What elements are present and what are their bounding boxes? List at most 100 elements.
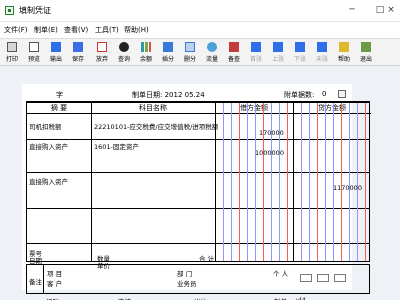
prev-button[interactable]: 上张 <box>268 40 288 66</box>
debit-digit-line <box>255 103 256 261</box>
debit-header: 借方金额 <box>215 103 293 114</box>
customer-label: 客 户 <box>47 280 63 288</box>
row3-credit[interactable]: 1170000 <box>333 184 362 192</box>
credit-digit-line <box>301 103 302 261</box>
menu-help[interactable]: 帮助(H) <box>124 25 149 35</box>
cancel-button[interactable]: 放弃 <box>92 40 112 66</box>
save-button[interactable]: 保存 <box>68 40 88 66</box>
title-bar: 填制凭证 ─ □ × <box>0 0 400 22</box>
action-mini-button-3[interactable] <box>334 274 346 282</box>
preparation-date: 制单日期: 2012 05.24 <box>132 91 205 99</box>
export-icon <box>51 42 61 52</box>
row1-summary[interactable]: 司机扣税额 <box>29 121 62 131</box>
balance-button[interactable]: 余额 <box>136 40 156 66</box>
menu-file[interactable]: 文件(F) <box>4 25 28 35</box>
menu-edit-voucher[interactable]: 制单(E) <box>34 25 58 35</box>
voucher-sheet: 字 制单日期: 2012 05.24 附单据数: 0 摘 要 科目名称 借方金额… <box>22 84 371 300</box>
insert-entry-button[interactable]: 插分 <box>158 40 178 66</box>
delete-entry-icon <box>185 42 195 52</box>
export-button[interactable]: 输出 <box>46 40 66 66</box>
insert-entry-icon <box>163 42 173 52</box>
help-icon <box>339 42 349 52</box>
vline-credit <box>293 103 294 261</box>
close-icon[interactable]: × <box>382 0 400 20</box>
action-mini-button-1[interactable] <box>300 274 312 282</box>
menu-tools[interactable]: 工具(T) <box>95 25 119 35</box>
debit-digit-line <box>223 103 224 261</box>
credit-digit-line <box>341 103 342 261</box>
debit-digit-line <box>239 103 240 261</box>
attachment-picker-icon[interactable] <box>338 90 346 98</box>
credit-digit-line <box>333 103 334 261</box>
row2-account[interactable]: 1601-固定资产 <box>94 141 139 151</box>
printer-icon <box>7 42 17 52</box>
row3-summary[interactable]: 直接购入资产 <box>29 176 68 186</box>
action-mini-button-2[interactable] <box>317 274 329 282</box>
reviewer-label: 审核 <box>118 296 131 300</box>
menu-view[interactable]: 查看(V) <box>64 25 88 35</box>
next-icon <box>295 42 305 52</box>
app-icon <box>5 6 14 15</box>
preparer-name: yl4 <box>296 296 306 300</box>
remark-label: 备注 <box>29 278 42 286</box>
row1-debit[interactable]: 170000 <box>259 129 284 137</box>
bookkeeper-label: 记账 <box>46 296 59 300</box>
department-label: 部 门 <box>177 270 193 278</box>
cashier-label: 出纳 <box>194 296 207 300</box>
print-button[interactable]: 打印 <box>2 40 22 66</box>
debit-digit-line <box>263 103 264 261</box>
search-icon <box>119 42 129 52</box>
row2-debit[interactable]: 1000000 <box>255 149 284 157</box>
attachments-label: 附单据数: <box>284 91 315 99</box>
credit-digit-line <box>357 103 358 261</box>
first-button[interactable]: 首张 <box>246 40 266 66</box>
memo-icon <box>229 42 239 52</box>
toolbar: 打印 预览 输出 保存 放弃 查询 余额 插分 删分 流量 备查 首张 上张 下… <box>0 38 400 66</box>
exit-button[interactable]: 退出 <box>356 40 376 66</box>
credit-digit-line <box>349 103 350 261</box>
row2-summary[interactable]: 直接购入资产 <box>29 141 68 151</box>
search-button[interactable]: 查询 <box>114 40 134 66</box>
cancel-icon <box>97 42 107 52</box>
exit-icon <box>361 42 371 52</box>
attachments-value[interactable]: 0 <box>322 90 326 98</box>
balance-icon <box>141 42 151 52</box>
memo-button[interactable]: 备查 <box>224 40 244 66</box>
credit-digit-line <box>325 103 326 261</box>
signature-row: 记账 审核 出纳 制单 yl4 <box>26 296 370 300</box>
first-icon <box>251 42 261 52</box>
debit-digit-line <box>247 103 248 261</box>
menu-bar: 文件(F) 制单(E) 查看(V) 工具(T) 帮助(H) <box>0 22 400 38</box>
credit-digit-line <box>365 103 366 261</box>
last-button[interactable]: 末张 <box>312 40 332 66</box>
cashflow-button[interactable]: 流量 <box>202 40 222 66</box>
debit-digit-line <box>287 103 288 261</box>
row1-account[interactable]: 22210101-应交税费/应交增值税/进项税额 <box>94 121 218 131</box>
staff-label: 业务员 <box>177 280 197 288</box>
help-button[interactable]: 帮助 <box>334 40 354 66</box>
voucher-type: 字 <box>56 91 63 99</box>
debit-digit-line <box>271 103 272 261</box>
debit-digit-line <box>279 103 280 261</box>
save-icon <box>73 42 83 52</box>
summary-header: 摘 要 <box>27 103 91 114</box>
vline-account <box>91 103 92 261</box>
next-button[interactable]: 下张 <box>290 40 310 66</box>
minimize-icon[interactable]: ─ <box>338 0 366 20</box>
last-icon <box>317 42 327 52</box>
delete-entry-button[interactable]: 删分 <box>180 40 200 66</box>
credit-digit-line <box>317 103 318 261</box>
preview-button[interactable]: 预览 <box>24 40 44 66</box>
voucher-grid: 摘 要 科目名称 借方金额 贷方金额 司机扣税额 22210101-应交税费/应… <box>26 102 371 270</box>
person-label: 个 人 <box>273 270 289 278</box>
preview-icon <box>29 42 39 52</box>
remark-divider <box>43 265 44 293</box>
credit-header: 贷方金额 <box>293 103 371 114</box>
credit-digit-line <box>309 103 310 261</box>
debit-digit-line <box>231 103 232 261</box>
window-title: 填制凭证 <box>19 6 51 15</box>
cashflow-icon <box>207 42 217 52</box>
total-label: 合 计 <box>199 255 215 263</box>
preparer-label: 制单 <box>274 296 287 300</box>
project-label: 项 目 <box>47 270 63 278</box>
